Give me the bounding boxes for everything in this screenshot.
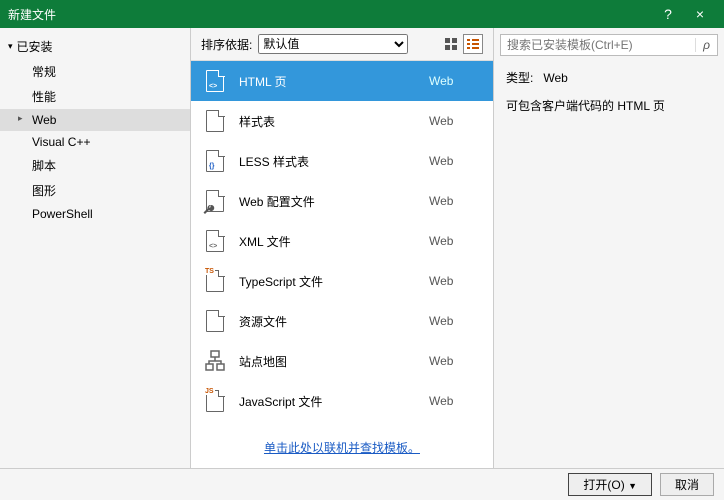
template-description: 可包含客户端代码的 HTML 页	[506, 96, 712, 118]
view-grid-button[interactable]	[441, 34, 461, 54]
template-name: XML 文件	[239, 233, 415, 250]
tree-item[interactable]: 性能	[0, 84, 190, 109]
file-icon: JS	[205, 389, 225, 413]
search-icon[interactable]: ρ	[695, 38, 717, 52]
template-list: <>HTML 页Web样式表Web{}LESS 样式表WebWeb 配置文件We…	[191, 61, 493, 427]
category-tree: ▾ 已安装 常规性能WebVisual C++脚本图形PowerShell	[0, 28, 190, 468]
list-icon	[467, 38, 479, 50]
tree-root-installed[interactable]: ▾ 已安装	[0, 34, 190, 59]
cancel-button[interactable]: 取消	[660, 473, 714, 496]
tree-item[interactable]: PowerShell	[0, 203, 190, 225]
tree-item[interactable]: 常规	[0, 59, 190, 84]
template-row[interactable]: Web 配置文件 Web	[191, 181, 493, 221]
file-icon: <>	[205, 69, 225, 93]
open-button[interactable]: 打开(O) ▼	[568, 473, 652, 496]
template-name: 资源文件	[239, 313, 415, 330]
file-icon	[205, 309, 225, 333]
help-button[interactable]: ?	[652, 6, 684, 22]
file-icon: TS	[205, 269, 225, 293]
template-name: 站点地图	[239, 353, 415, 370]
template-name: TypeScript 文件	[239, 273, 415, 290]
template-row[interactable]: 资源文件 Web	[191, 301, 493, 341]
template-name: Web 配置文件	[239, 193, 415, 210]
template-row[interactable]: TS TypeScript 文件 Web	[191, 261, 493, 301]
template-name: JavaScript 文件	[239, 393, 415, 410]
file-icon: <>	[205, 229, 225, 253]
grid-icon	[445, 38, 457, 50]
file-icon	[205, 189, 225, 213]
template-category: Web	[429, 314, 479, 328]
template-row[interactable]: <> XML 文件 Web	[191, 221, 493, 261]
type-label: 类型:	[506, 71, 533, 85]
template-category: Web	[429, 394, 479, 408]
template-category: Web	[429, 234, 479, 248]
template-category: Web	[429, 154, 479, 168]
template-name: HTML 页	[239, 73, 415, 90]
chevron-down-icon: ▾	[8, 41, 13, 52]
template-row[interactable]: 站点地图 Web	[191, 341, 493, 381]
template-category: Web	[429, 274, 479, 288]
tree-item[interactable]: Web	[0, 109, 190, 131]
tree-item[interactable]: 图形	[0, 178, 190, 203]
template-name: LESS 样式表	[239, 153, 415, 170]
template-category: Web	[429, 114, 479, 128]
template-row[interactable]: {} LESS 样式表 Web	[191, 141, 493, 181]
file-icon: {}	[205, 149, 225, 173]
online-templates-link[interactable]: 单击此处以联机并查找模板。	[264, 441, 420, 455]
sort-label: 排序依据:	[201, 36, 252, 53]
template-name: 样式表	[239, 113, 415, 130]
template-category: Web	[429, 194, 479, 208]
search-input[interactable]	[501, 38, 695, 52]
sort-dropdown[interactable]: 默认值	[258, 34, 408, 54]
type-value: Web	[543, 71, 567, 85]
window-title: 新建文件	[8, 6, 652, 23]
tree-item[interactable]: 脚本	[0, 153, 190, 178]
template-category: Web	[429, 74, 479, 88]
file-icon	[205, 109, 225, 133]
close-button[interactable]: ×	[684, 6, 716, 22]
view-list-button[interactable]	[463, 34, 483, 54]
template-row[interactable]: JS JavaScript 文件 Web	[191, 381, 493, 421]
tree-item[interactable]: Visual C++	[0, 131, 190, 153]
template-row[interactable]: 样式表 Web	[191, 101, 493, 141]
template-row[interactable]: <> HTML 页 Web	[191, 61, 493, 101]
template-category: Web	[429, 354, 479, 368]
file-icon	[205, 349, 225, 373]
